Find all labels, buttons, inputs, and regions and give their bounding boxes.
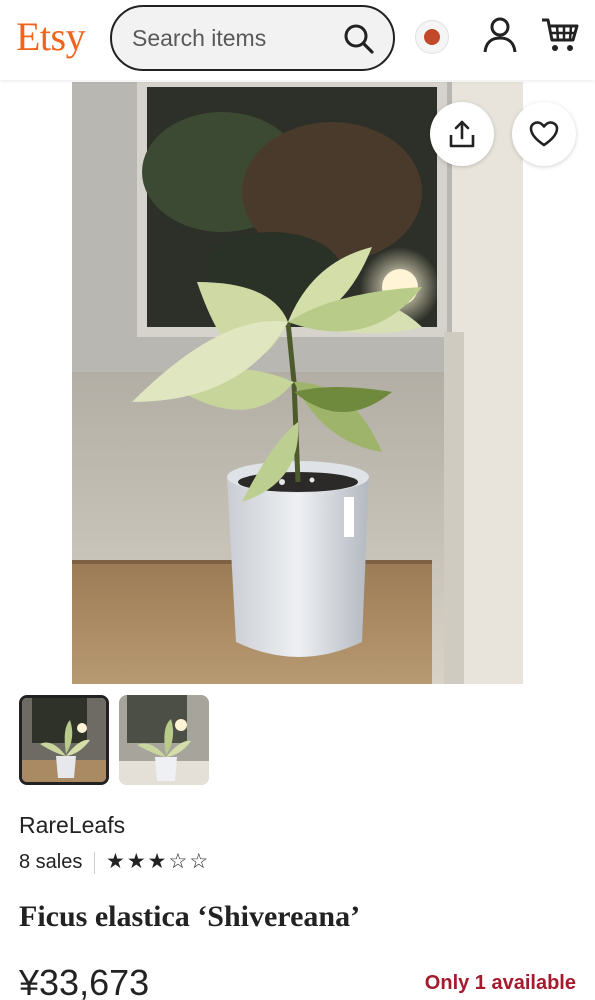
- shop-name-link[interactable]: RareLeafs: [19, 812, 125, 839]
- user-icon[interactable]: [482, 16, 518, 54]
- star-filled-icon: ★: [147, 850, 167, 873]
- star-filled-icon: ★: [106, 850, 125, 873]
- heart-icon: [529, 121, 559, 147]
- divider: [94, 852, 95, 874]
- share-button[interactable]: [430, 102, 494, 166]
- search-input[interactable]: [132, 24, 332, 52]
- favorite-button[interactable]: [512, 102, 576, 166]
- star-empty-icon: ☆: [168, 850, 188, 873]
- plant-photo: [72, 82, 523, 684]
- etsy-logo[interactable]: Etsy: [16, 14, 86, 60]
- top-bar: Etsy: [0, 0, 595, 80]
- locale-icon: [424, 29, 440, 45]
- share-icon: [449, 120, 475, 148]
- star-filled-icon: ★: [126, 850, 146, 873]
- cart-icon[interactable]: [540, 16, 580, 54]
- thumbnail-plant-image: [119, 695, 209, 785]
- sales-count: 8 sales: [19, 851, 83, 873]
- thumbnail-2[interactable]: [119, 695, 209, 785]
- availability-status: Only 1 available: [424, 972, 576, 994]
- locale-button[interactable]: [415, 20, 449, 54]
- star-empty-icon: ☆: [189, 850, 209, 873]
- search-bar[interactable]: [110, 5, 395, 71]
- product-image[interactable]: [72, 82, 523, 684]
- thumbnail-plant-image: [22, 698, 106, 782]
- listing-price: ¥33,673: [19, 962, 150, 1000]
- thumbnail-1[interactable]: [19, 695, 109, 785]
- star-rating[interactable]: ★ ★ ★ ☆ ☆: [106, 849, 208, 874]
- listing-title: Ficus elastica ‘Shivereana’: [19, 900, 361, 933]
- search-icon[interactable]: [343, 23, 375, 55]
